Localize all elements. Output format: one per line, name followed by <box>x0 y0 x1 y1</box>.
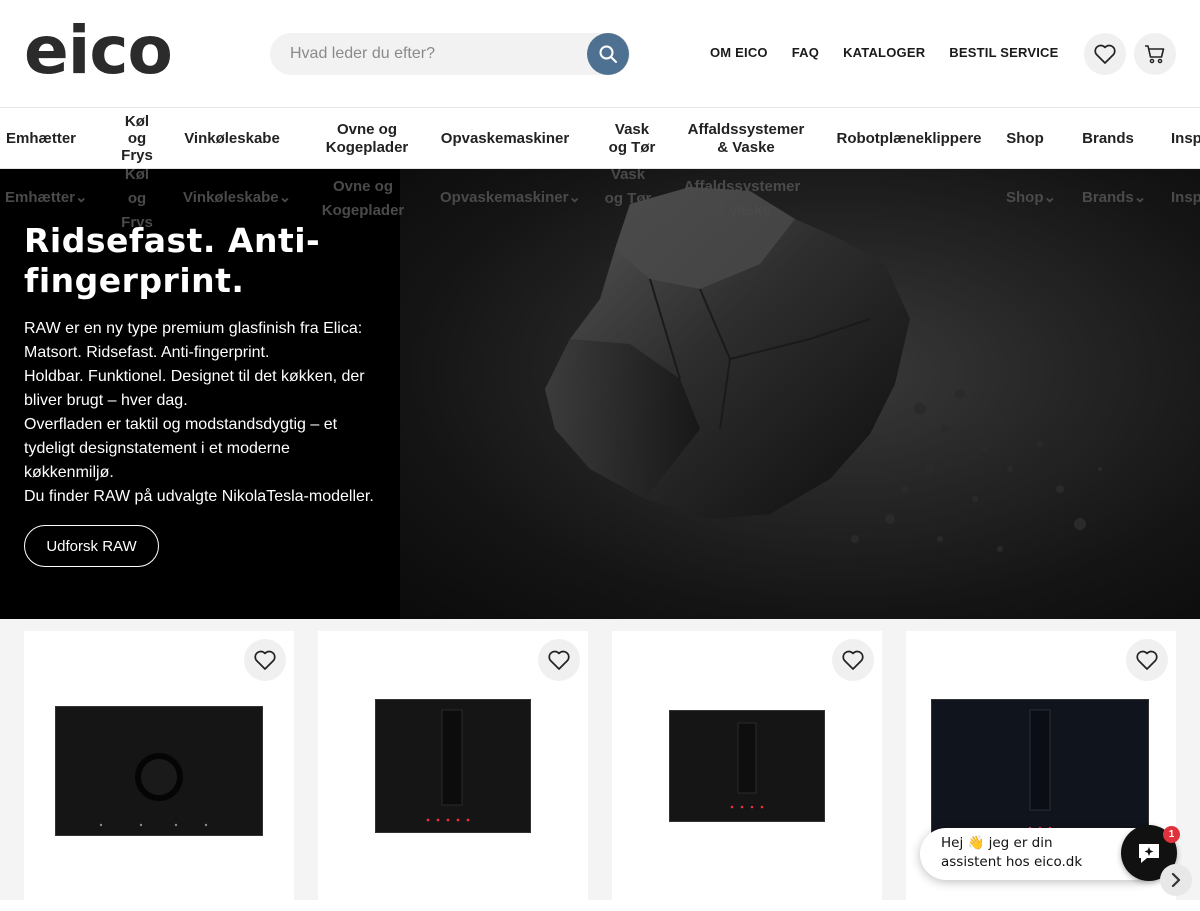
ghost-nav-brands: Brands⌄ <box>1082 189 1147 206</box>
ghost-nav-vinkoleskabe: Vinkøleskabe⌄ <box>183 189 292 206</box>
notification-badge: 1 <box>1163 826 1180 843</box>
nav-item-ovne-og-kogeplader[interactable]: Ovne og Kogeplader <box>318 108 416 169</box>
nav-item-kol-og-frys[interactable]: Køl og Frys <box>114 108 160 169</box>
ghost-nav-ovne: Ovne og Kogeplader <box>321 178 405 219</box>
heart-icon <box>548 650 570 670</box>
nav-item-shop[interactable]: Shop <box>1006 108 1044 169</box>
search-icon <box>599 45 617 63</box>
top-link-om-eico[interactable]: OM EICO <box>710 45 768 60</box>
product-image <box>931 699 1149 839</box>
top-link-kataloger[interactable]: KATALOGER <box>843 45 925 60</box>
add-to-wishlist-button[interactable] <box>538 639 580 681</box>
hero-paragraph: Holdbar. Funktionel. Designet til det kø… <box>24 368 365 409</box>
search-button[interactable] <box>587 33 629 75</box>
product-image <box>669 710 825 822</box>
ghost-nav-emhaetter: Emhætter⌄ <box>5 189 88 206</box>
search-input[interactable] <box>290 33 590 75</box>
heart-icon <box>842 650 864 670</box>
site-header: eico OM EICO FAQ KATALOGER BESTIL SERVIC… <box>0 0 1200 108</box>
eico-logo[interactable]: eico <box>24 18 173 84</box>
hob-illustration <box>426 709 470 822</box>
product-card[interactable] <box>318 631 588 911</box>
heart-icon <box>1136 650 1158 670</box>
nav-item-vask-og-tor[interactable]: Vask og Tør <box>604 108 660 169</box>
hero-paragraph: Overfladen er taktil og modstandsdygtig … <box>24 416 338 481</box>
cart-button[interactable] <box>1134 33 1176 75</box>
ghost-nav-vask-og-tor: Vask og Tør <box>604 169 652 207</box>
explore-raw-button[interactable]: Udforsk RAW <box>24 525 159 567</box>
chevron-right-icon <box>1171 873 1181 887</box>
top-link-faq[interactable]: FAQ <box>792 45 819 60</box>
add-to-wishlist-button[interactable] <box>244 639 286 681</box>
nav-item-robotplaeneklippere[interactable]: Robotplæneklippere <box>835 108 983 169</box>
ghost-nav-affald: Affaldssystemer & Vaske <box>683 178 801 219</box>
nav-item-emhaetter[interactable]: Emhætter <box>5 108 77 169</box>
nav-item-opvaskemaskiner[interactable]: Opvaskemaskiner <box>440 108 570 169</box>
heart-icon <box>254 650 276 670</box>
add-to-wishlist-button[interactable] <box>1126 639 1168 681</box>
hero-banner: Emhætter⌄ Køl og Frys Vinkøleskabe⌄ Ovne… <box>0 169 1200 619</box>
cart-icon <box>1145 45 1165 64</box>
product-card[interactable] <box>24 631 294 911</box>
nav-item-affaldssystemer[interactable]: Affaldssystemer & Vaske <box>682 108 810 169</box>
nav-item-brands[interactable]: Brands <box>1082 108 1134 169</box>
main-nav: Emhætter Køl og Frys Vinkøleskabe Ovne o… <box>0 108 1200 169</box>
hero-title: Ridsefast. Anti-fingerprint. <box>24 221 321 300</box>
ghost-nav-insp: Insp <box>1171 189 1200 206</box>
nav-item-inspiration[interactable]: Insp <box>1171 108 1200 169</box>
hero-paragraph: RAW er en ny type premium glasfinish fra… <box>24 320 363 361</box>
hob-illustration <box>99 753 208 827</box>
product-image <box>55 706 263 836</box>
ghost-nav-shop: Shop⌄ <box>1006 189 1057 206</box>
hero-paragraph: Du finder RAW på udvalgte NikolaTesla-mo… <box>24 488 374 505</box>
product-card[interactable] <box>612 631 882 911</box>
hob-illustration <box>1028 709 1052 830</box>
hob-illustration <box>730 722 764 809</box>
product-image <box>375 699 531 833</box>
chat-assistant-icon <box>1139 844 1159 863</box>
add-to-wishlist-button[interactable] <box>832 639 874 681</box>
top-links: OM EICO FAQ KATALOGER BESTIL SERVICE <box>710 45 1059 60</box>
search-bar <box>270 33 630 75</box>
carousel-next-button[interactable] <box>1160 864 1192 896</box>
hero-description: RAW er en ny type premium glasfinish fra… <box>24 317 384 509</box>
wishlist-button[interactable] <box>1084 33 1126 75</box>
ghost-nav-opvaskemaskiner: Opvaskemaskiner⌄ <box>440 189 581 206</box>
top-link-bestil-service[interactable]: BESTIL SERVICE <box>949 45 1058 60</box>
heart-icon <box>1094 44 1116 64</box>
nav-item-vinkoleskabe[interactable]: Vinkøleskabe <box>183 108 281 169</box>
